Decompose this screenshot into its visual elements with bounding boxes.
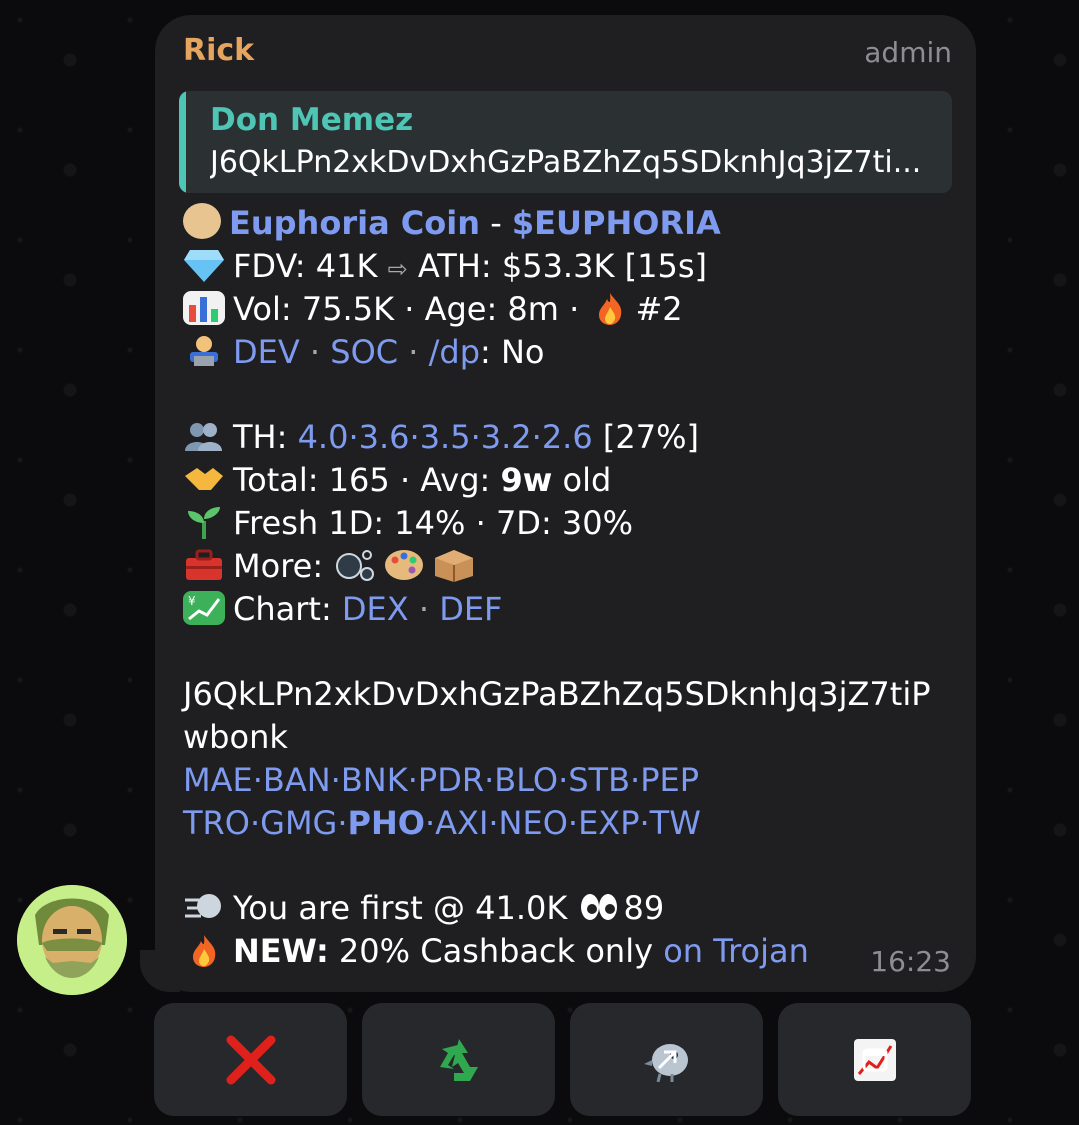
- recycle-icon: [439, 1038, 478, 1081]
- fdv-line: FDV: 41K ⇨ ATH: $53.3K [15s]: [183, 245, 973, 291]
- bubbles-icon[interactable]: [333, 548, 375, 582]
- dp-link[interactable]: /dp: [429, 333, 480, 371]
- reply-sender: Don Memez: [210, 102, 414, 138]
- separator-dot: ·: [418, 590, 430, 628]
- red-x-icon: [226, 1035, 275, 1084]
- def-link[interactable]: DEF: [439, 590, 502, 628]
- token-sep: -: [490, 204, 502, 242]
- toolbox-icon: [183, 548, 225, 582]
- dog-face-icon: [183, 203, 221, 239]
- contract-address-line1[interactable]: J6QkLPn2xkDvDxhGzPaBZhZq5SDknhJq3jZ7tiP: [183, 673, 973, 716]
- vol-label: Vol: 75.5K · Age: 8m ·: [233, 290, 580, 328]
- chart-line: ¥ Chart: DEX · DEF: [183, 588, 973, 631]
- reply-accent-bar: [179, 91, 186, 193]
- total-label: Total: 165 · Avg:: [233, 461, 491, 499]
- dash-icon: [183, 890, 225, 924]
- trojan-link[interactable]: on Trojan: [663, 932, 809, 970]
- th-line: TH: 4.0·3.6·3.5·3.2·2.6 [27%]: [183, 416, 973, 459]
- message-time: 16:23: [870, 945, 951, 978]
- svg-text:¥: ¥: [188, 594, 196, 608]
- gem-icon: [183, 248, 225, 282]
- separator-dot: ·: [408, 333, 419, 371]
- arrow-icon: ⇨: [387, 255, 408, 283]
- fire-icon: [589, 291, 631, 325]
- avg-suffix: old: [562, 461, 612, 499]
- first-line: You are first @ 41.0K 89: [183, 887, 973, 930]
- separator-dot: ·: [309, 333, 321, 371]
- eyes-count: 89: [623, 889, 665, 927]
- bird-button[interactable]: [570, 1003, 763, 1116]
- reply-text: J6QkLPn2xkDvDxhGzPaBZhZq5SDknhJq3jZ7ti..…: [210, 145, 922, 180]
- close-button[interactable]: [154, 1003, 347, 1116]
- new-line: NEW: 20% Cashback only on Trojan: [183, 930, 973, 973]
- more-label: More:: [233, 547, 324, 585]
- avg-value: 9w: [500, 461, 553, 499]
- fire-icon: [183, 933, 225, 967]
- th-pct: [27%]: [602, 418, 699, 456]
- ath-label: ATH: $53.3K [15s]: [417, 247, 707, 285]
- dex-link[interactable]: DEX: [342, 590, 409, 628]
- reply-preview[interactable]: Don Memez J6QkLPn2xkDvDxhGzPaBZhZq5SDknh…: [179, 91, 952, 193]
- platform-links-c[interactable]: ·AXI·NEO·EXP·TW: [425, 804, 701, 842]
- dev-line: DEV · SOC · /dp: No: [183, 331, 973, 374]
- token-line: Euphoria Coin - $EUPHORIA: [183, 202, 973, 245]
- more-line: More:: [183, 545, 973, 588]
- fdv-label: FDV: 41K: [233, 247, 378, 285]
- dev-link[interactable]: DEV: [233, 333, 300, 371]
- sender-name[interactable]: Rick: [183, 33, 254, 68]
- chart-yen-icon: ¥: [183, 591, 225, 625]
- sender-role: admin: [864, 36, 952, 69]
- cashback-label: 20% Cashback only: [338, 932, 654, 970]
- window-icon: [862, 1048, 887, 1071]
- chart-label: Chart:: [233, 590, 332, 628]
- package-icon[interactable]: [433, 548, 475, 582]
- platform-links-row1[interactable]: MAE·BAN·BNK·PDR·BLO·STB·PEP: [183, 759, 973, 802]
- pho-link[interactable]: PHO: [348, 804, 425, 842]
- technologist-icon: [183, 334, 225, 368]
- dp-value: : No: [480, 333, 545, 371]
- rank-label: #2: [635, 290, 683, 328]
- vol-line: Vol: 75.5K · Age: 8m · #2: [183, 288, 973, 331]
- busts-icon: [183, 419, 225, 453]
- bar-chart-icon: [183, 291, 225, 325]
- new-label: NEW:: [233, 932, 329, 970]
- seedling-icon: [183, 505, 225, 539]
- platform-links-a[interactable]: TRO·GMG·: [183, 804, 348, 842]
- total-line: Total: 165 · Avg: 9w old: [183, 459, 973, 502]
- th-values-link[interactable]: 4.0·3.6·3.5·3.2·2.6: [298, 418, 593, 456]
- first-label: You are first @ 41.0K: [233, 889, 568, 927]
- fresh-line: Fresh 1D: 14% · 7D: 30%: [183, 502, 973, 545]
- chart-button[interactable]: [778, 1003, 971, 1116]
- platform-links-row2: TRO·GMG·PHO·AXI·NEO·EXP·TW: [183, 802, 973, 845]
- avatar[interactable]: [17, 885, 127, 995]
- contract-address-line2[interactable]: wbonk: [183, 716, 973, 759]
- eyes-icon: [578, 890, 620, 924]
- external-link-arrow-icon: [657, 1050, 676, 1069]
- recycle-button[interactable]: [362, 1003, 555, 1116]
- ticker-link[interactable]: $EUPHORIA: [512, 204, 721, 242]
- token-name-link[interactable]: Euphoria Coin: [229, 204, 480, 242]
- soc-link[interactable]: SOC: [330, 333, 398, 371]
- fresh-label: Fresh 1D: 14% · 7D: 30%: [233, 504, 634, 542]
- th-label: TH:: [233, 418, 288, 456]
- handshake-icon: [183, 462, 225, 496]
- artist-palette-icon[interactable]: [383, 548, 425, 582]
